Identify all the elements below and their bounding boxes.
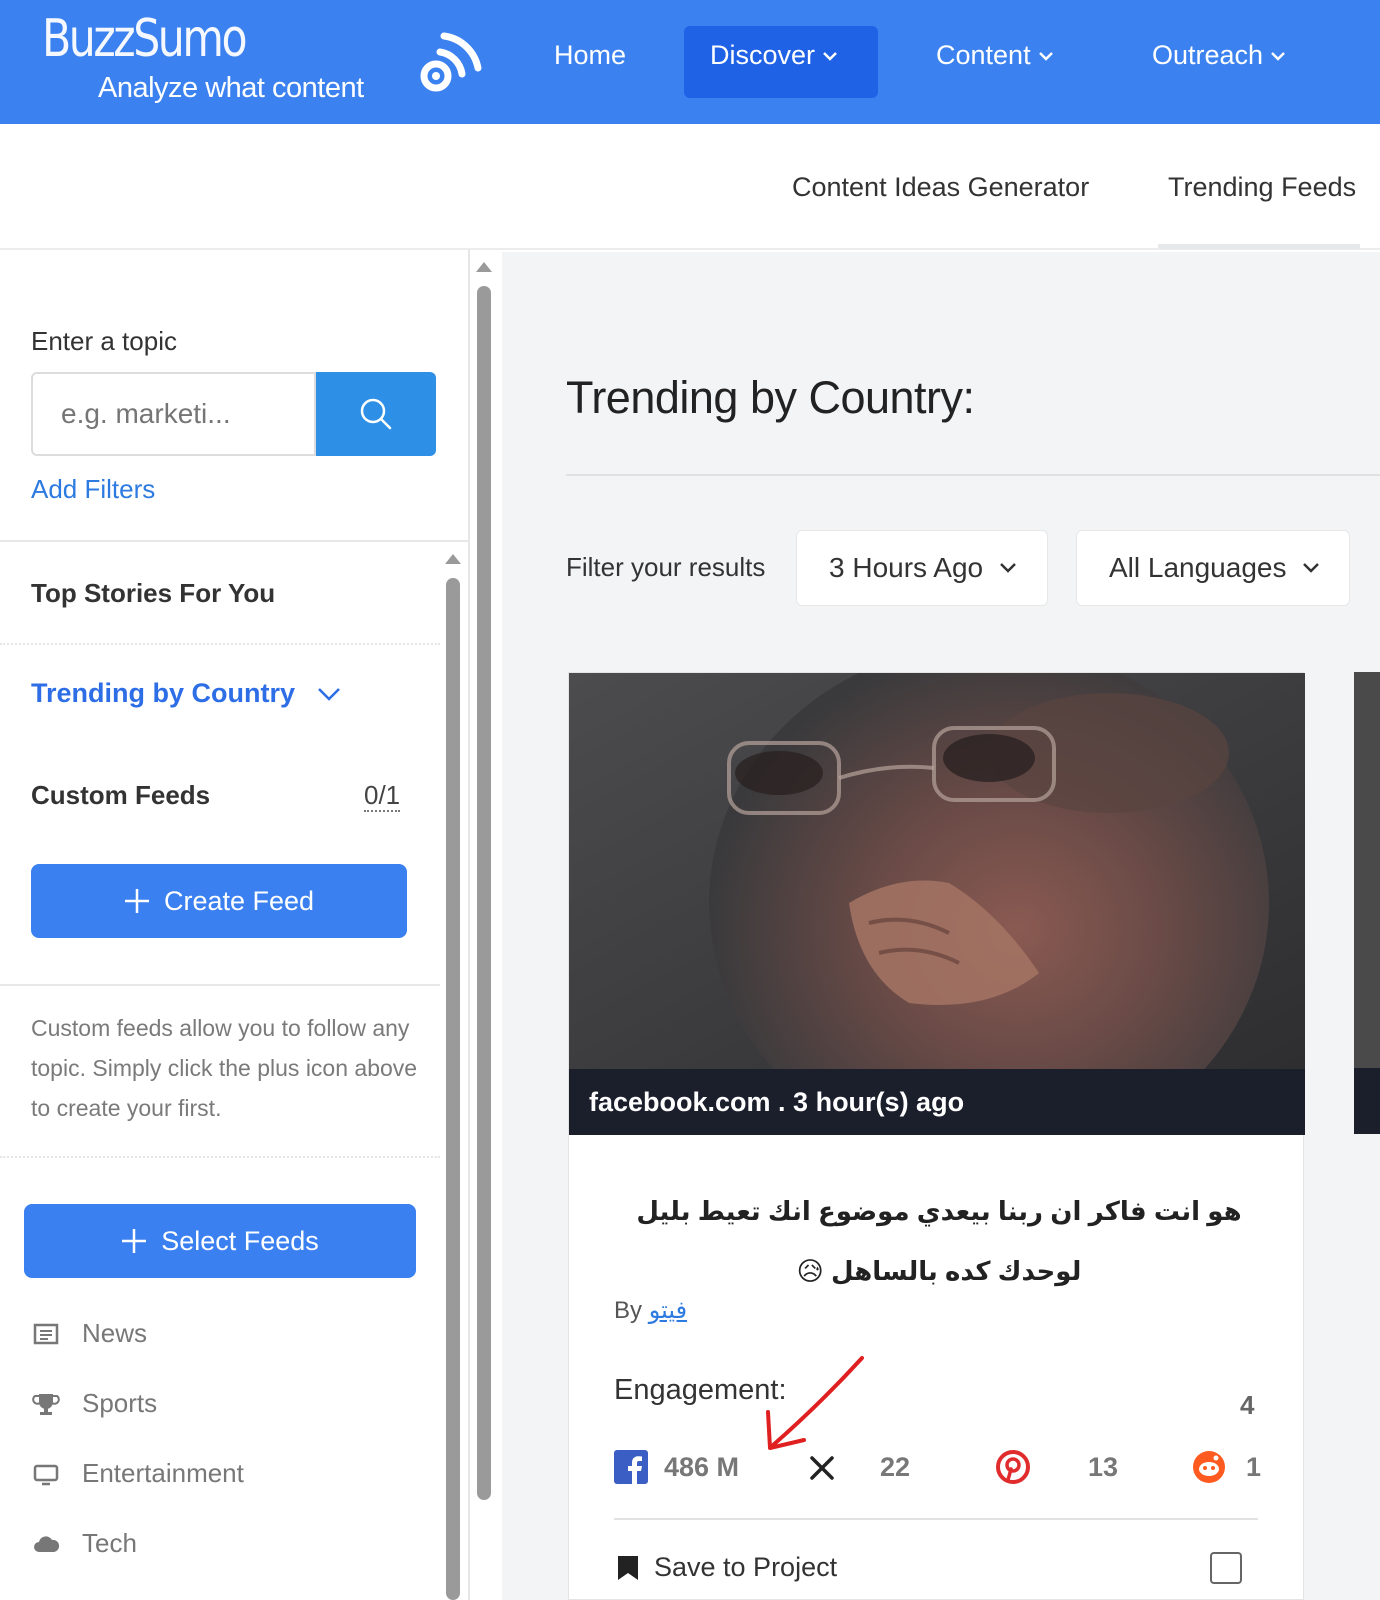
chevron-down-icon — [1271, 51, 1285, 61]
category-news-label: News — [82, 1318, 148, 1348]
byline-label: By — [614, 1297, 643, 1324]
engagement-total: 4 — [1240, 1390, 1255, 1420]
brand-logo[interactable]: BuzzSumo Analyze what content — [42, 9, 364, 104]
reddit-engagement-count: 1 — [1246, 1452, 1262, 1482]
nav-discover[interactable]: Discover — [710, 40, 837, 71]
newspaper-icon — [33, 1323, 59, 1344]
next-card-meta-strip — [1354, 1068, 1380, 1134]
top-stories-link[interactable]: Top Stories For You — [31, 578, 275, 609]
cloud-icon — [34, 1535, 60, 1552]
card-divider — [614, 1518, 1258, 1520]
trophy-icon — [32, 1393, 60, 1415]
trending-by-country-link[interactable]: Trending by Country — [31, 678, 341, 709]
page-title: Trending by Country: — [566, 372, 975, 423]
tab-content-ideas-generator[interactable]: Content Ideas Generator — [792, 172, 1089, 203]
chevron-down-icon — [1000, 563, 1016, 573]
tab-trending-feeds[interactable]: Trending Feeds — [1168, 172, 1356, 203]
nav-content[interactable]: Content — [936, 40, 1053, 71]
chevron-down-icon — [318, 687, 340, 701]
category-entertainment-label: Entertainment — [82, 1458, 244, 1488]
article-byline: By فيتو — [614, 1296, 687, 1325]
x-twitter-icon — [810, 1456, 834, 1480]
filter-label: Filter your results — [566, 552, 766, 582]
select-article-checkbox[interactable] — [1210, 1552, 1242, 1584]
scroll-up-arrow[interactable] — [445, 554, 461, 564]
custom-feeds-help-text: Custom feeds allow you to follow any top… — [31, 1015, 418, 1121]
nav-home-label: Home — [554, 40, 627, 70]
select-feeds-label: Select Feeds — [161, 1225, 319, 1256]
rss-feed-logo-icon — [420, 32, 482, 92]
article-thumbnail[interactable] — [569, 673, 1305, 1069]
create-feed-button[interactable]: Create Feed — [31, 864, 407, 938]
nav-outreach[interactable]: Outreach — [1152, 40, 1285, 71]
pinterest-icon — [996, 1450, 1030, 1484]
brand-tagline: Analyze what content — [98, 72, 364, 104]
author-link[interactable]: فيتو — [649, 1297, 687, 1324]
select-feeds-button[interactable]: Select Feeds — [24, 1204, 416, 1278]
sidebar-dotted-divider — [0, 643, 440, 645]
bookmark-icon — [618, 1555, 638, 1580]
top-navigation-bar: BuzzSumo Analyze what content Home Disco… — [0, 0, 1380, 124]
save-to-project-button[interactable]: Save to Project — [616, 1552, 837, 1583]
nav-home[interactable]: Home — [554, 40, 626, 71]
annotation-arrow-icon — [766, 1356, 864, 1450]
category-tech[interactable]: Tech — [32, 1528, 137, 1559]
search-button[interactable] — [316, 372, 436, 456]
sidebar-outer-scrollbar[interactable] — [477, 286, 491, 1500]
topic-search-input[interactable] — [33, 374, 314, 454]
search-icon — [360, 398, 392, 430]
chevron-down-icon — [1303, 563, 1320, 573]
brand-name: BuzzSumo — [42, 9, 248, 69]
sidebar-divider — [0, 984, 440, 986]
custom-feeds-heading: Custom Feeds — [31, 780, 211, 810]
pinterest-engagement-count: 13 — [1088, 1452, 1119, 1482]
language-filter-dropdown[interactable]: All Languages — [1076, 530, 1350, 606]
topic-label: Enter a topic — [31, 326, 177, 356]
nav-outreach-label: Outreach — [1152, 40, 1264, 70]
chevron-down-icon — [823, 51, 837, 61]
next-article-card[interactable] — [1354, 672, 1380, 1134]
category-tech-label: Tech — [82, 1528, 137, 1558]
time-filter-dropdown[interactable]: 3 Hours Ago — [796, 530, 1048, 606]
category-sports-label: Sports — [82, 1388, 158, 1418]
monitor-icon — [33, 1464, 59, 1485]
plus-icon — [124, 889, 149, 913]
category-entertainment[interactable]: Entertainment — [32, 1458, 244, 1489]
plus-icon — [122, 1229, 147, 1253]
sidebar-inner-scrollbar[interactable] — [446, 578, 460, 1600]
x-engagement-count: 22 — [880, 1452, 911, 1482]
time-filter-value: 3 Hours Ago — [829, 552, 984, 583]
nav-discover-label: Discover — [710, 40, 816, 70]
topic-search-box — [31, 372, 316, 456]
category-sports[interactable]: Sports — [32, 1388, 157, 1419]
language-filter-value: All Languages — [1109, 552, 1287, 583]
category-news[interactable]: News — [32, 1318, 147, 1349]
add-filters-link[interactable]: Add Filters — [31, 474, 155, 505]
thumbnail-photo — [569, 673, 1305, 1069]
scroll-up-arrow[interactable] — [476, 262, 492, 272]
create-feed-label: Create Feed — [163, 885, 315, 916]
sidebar-dotted-divider — [0, 1156, 440, 1158]
trending-by-country-label: Trending by Country — [31, 678, 296, 708]
sidebar-divider — [0, 540, 470, 542]
tab-active-indicator — [1158, 244, 1360, 249]
title-divider — [566, 474, 1380, 476]
nav-content-label: Content — [936, 40, 1031, 70]
article-source-time: facebook.com . 3 hour(s) ago — [569, 1069, 1305, 1135]
article-title[interactable]: هو انت فاكر ان ربنا بيعدي موضوع انك تعيط… — [609, 1181, 1269, 1301]
reddit-icon — [1193, 1451, 1225, 1483]
facebook-engagement-count: 486 M — [664, 1452, 740, 1482]
save-to-project-label: Save to Project — [654, 1552, 838, 1582]
chevron-down-icon — [1038, 51, 1053, 61]
facebook-icon — [614, 1450, 648, 1484]
custom-feeds-count[interactable]: 0/1 — [364, 780, 401, 812]
